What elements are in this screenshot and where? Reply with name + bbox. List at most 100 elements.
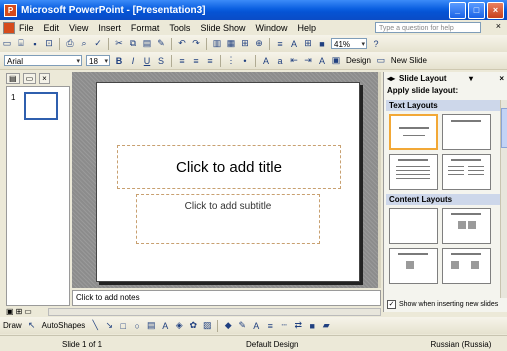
task-pane-scrollbar[interactable] — [500, 100, 507, 298]
task-pane-close-icon[interactable]: × — [499, 74, 504, 83]
title-placeholder[interactable]: Click to add title — [117, 145, 341, 189]
copy-icon[interactable]: ⧉ — [127, 38, 139, 50]
format-painter-icon[interactable]: ✎ — [155, 38, 167, 50]
insert-table-icon[interactable]: ▦ — [225, 38, 237, 50]
font-color-draw-icon[interactable]: A — [250, 320, 262, 332]
menu-tools[interactable]: Tools — [169, 23, 190, 33]
print-icon[interactable]: ⎙ — [64, 38, 76, 50]
normal-view-icon[interactable]: ▣ — [6, 307, 14, 316]
close-pane-icon[interactable]: × — [39, 72, 50, 84]
fill-color-icon[interactable]: ◆ — [222, 320, 234, 332]
font-select[interactable]: Arial — [4, 55, 82, 67]
line-style-icon[interactable]: ≡ — [264, 320, 276, 332]
italic-icon[interactable]: I — [127, 55, 139, 67]
expand-all-icon[interactable]: ≡ — [274, 38, 286, 50]
arrow-icon[interactable]: ↘ — [103, 320, 115, 332]
notes-pane[interactable]: Click to add notes — [72, 290, 381, 306]
layout-title-and-content[interactable] — [389, 248, 438, 284]
undo-icon[interactable]: ↶ — [176, 38, 188, 50]
horizontal-scrollbar[interactable] — [48, 308, 381, 316]
new-slide-button[interactable]: New Slide — [391, 56, 427, 65]
forward-icon[interactable]: ▸ — [391, 74, 395, 83]
zoom-select[interactable]: 41% — [331, 38, 367, 50]
clip-art-icon[interactable]: ✿ — [187, 320, 199, 332]
minimize-button[interactable]: _ — [449, 2, 466, 19]
design-button[interactable]: Design — [346, 56, 371, 65]
help-icon[interactable]: ? — [370, 38, 382, 50]
shadow-icon[interactable]: S — [155, 55, 167, 67]
layout-title-and-two-content[interactable] — [442, 248, 491, 284]
line-color-icon[interactable]: ✎ — [236, 320, 248, 332]
cut-icon[interactable]: ✂ — [113, 38, 125, 50]
oval-icon[interactable]: ○ — [131, 320, 143, 332]
slide-canvas[interactable]: Click to add title Click to add subtitle — [96, 82, 360, 282]
paste-icon[interactable]: ▤ — [141, 38, 153, 50]
align-left-icon[interactable]: ≡ — [176, 55, 188, 67]
spelling-icon[interactable]: ✓ — [92, 38, 104, 50]
document-icon[interactable] — [3, 21, 15, 34]
menu-edit[interactable]: Edit — [44, 23, 60, 33]
tab-slides[interactable]: ▭ — [22, 72, 37, 84]
decrease-font-icon[interactable]: a — [274, 55, 286, 67]
maximize-button[interactable]: □ — [468, 2, 485, 19]
autoshapes-button[interactable]: AutoShapes — [42, 321, 86, 330]
task-pane-menu-icon[interactable]: ▾ — [469, 74, 473, 83]
menu-insert[interactable]: Insert — [98, 23, 121, 33]
underline-icon[interactable]: U — [141, 55, 153, 67]
layout-title-and-text[interactable] — [389, 154, 438, 190]
rectangle-icon[interactable]: □ — [117, 320, 129, 332]
open-icon[interactable]: ⌸ — [15, 38, 27, 50]
title-bar[interactable]: P Microsoft PowerPoint - [Presentation3]… — [0, 0, 507, 20]
increase-indent-icon[interactable]: ⇥ — [302, 55, 314, 67]
tables-borders-icon[interactable]: ⊞ — [239, 38, 251, 50]
layout-title-slide[interactable] — [389, 114, 438, 150]
layout-content[interactable] — [442, 208, 491, 244]
close-button[interactable]: × — [487, 2, 504, 19]
menu-slide-show[interactable]: Slide Show — [200, 23, 245, 33]
redo-icon[interactable]: ↷ — [190, 38, 202, 50]
hyperlink-icon[interactable]: ⊕ — [253, 38, 265, 50]
new-slide-icon[interactable]: ▭ — [375, 55, 387, 67]
draw-menu-button[interactable]: Draw — [3, 321, 22, 330]
powerpoint-icon[interactable]: P — [4, 3, 17, 17]
numbering-icon[interactable]: ⋮ — [225, 55, 237, 67]
dash-style-icon[interactable]: ┄ — [278, 320, 290, 332]
menu-file[interactable]: File — [19, 23, 34, 33]
print-preview-icon[interactable]: ⌕ — [78, 38, 90, 50]
help-search-input[interactable]: Type a question for help — [375, 22, 481, 33]
menu-view[interactable]: View — [69, 23, 88, 33]
shadow-style-icon[interactable]: ■ — [306, 320, 318, 332]
slide-thumbnail[interactable] — [24, 92, 58, 120]
grid-icon[interactable]: ⊞ — [302, 38, 314, 50]
save-icon[interactable]: ▪ — [29, 38, 41, 50]
insert-chart-icon[interactable]: ▥ — [211, 38, 223, 50]
color-grayscale-icon[interactable]: ■ — [316, 38, 328, 50]
align-center-icon[interactable]: ≡ — [190, 55, 202, 67]
show-when-inserting-option[interactable]: ✓ Show when inserting new slides — [387, 300, 498, 309]
slide-vertical-scrollbar[interactable] — [378, 72, 381, 288]
font-color-icon[interactable]: A — [316, 55, 328, 67]
design-icon[interactable]: ▣ — [330, 55, 342, 67]
diagram-icon[interactable]: ◈ — [173, 320, 185, 332]
line-icon[interactable]: ╲ — [89, 320, 101, 332]
arrow-style-icon[interactable]: ⇄ — [292, 320, 304, 332]
decrease-indent-icon[interactable]: ⇤ — [288, 55, 300, 67]
subtitle-placeholder[interactable]: Click to add subtitle — [136, 194, 320, 244]
bullets-icon[interactable]: • — [239, 55, 251, 67]
tab-outline[interactable]: ▤ — [6, 72, 20, 84]
slide-sorter-icon[interactable]: ⊞ — [16, 307, 23, 316]
align-right-icon[interactable]: ≡ — [204, 55, 216, 67]
font-size-select[interactable]: 18 — [86, 55, 110, 67]
menu-format[interactable]: Format — [131, 23, 160, 33]
increase-font-icon[interactable]: A — [260, 55, 272, 67]
3d-style-icon[interactable]: ▰ — [320, 320, 332, 332]
layout-two-column-text[interactable] — [442, 154, 491, 190]
scroll-thumb[interactable] — [501, 108, 507, 148]
layout-title-only[interactable] — [442, 114, 491, 150]
show-when-inserting-checkbox[interactable]: ✓ — [387, 300, 396, 309]
picture-icon[interactable]: ▨ — [201, 320, 213, 332]
slide-show-icon[interactable]: ▭ — [24, 307, 32, 316]
layout-blank[interactable] — [389, 208, 438, 244]
close-document-icon[interactable]: × — [496, 21, 501, 31]
select-objects-icon[interactable]: ↖ — [26, 320, 38, 332]
